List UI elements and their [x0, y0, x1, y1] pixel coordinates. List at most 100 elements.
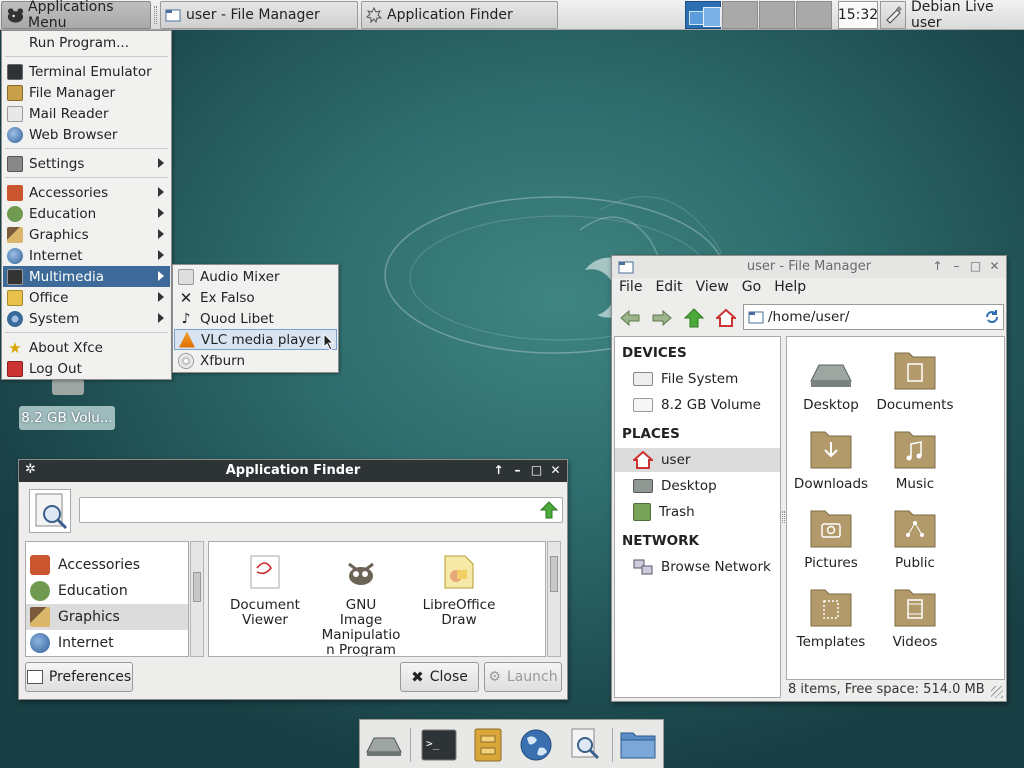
music-folder-icon [893, 428, 937, 470]
menu-item-terminal[interactable]: Terminal Emulator [3, 61, 170, 82]
menu-item-ex-falso[interactable]: ✕ Ex Falso [174, 287, 337, 308]
category-scrollbar[interactable] [190, 541, 204, 657]
workspace-1[interactable] [685, 1, 721, 29]
app-libreoffice-draw[interactable]: LibreOffice Draw [409, 542, 509, 628]
menu-file[interactable]: File [612, 278, 648, 300]
sidebar-item-desktop[interactable]: Desktop [615, 474, 780, 498]
launch-button[interactable]: ⚙ Launch [484, 662, 562, 692]
sidebar-item-user[interactable]: user [615, 448, 780, 472]
location-bar[interactable]: /home/user/ [743, 304, 1004, 330]
folder-documents[interactable]: Documents [873, 341, 957, 413]
menu-item-log-out[interactable]: Log Out [3, 358, 170, 379]
menu-item-audio-mixer[interactable]: Audio Mixer [174, 266, 337, 287]
menu-item-vlc[interactable]: VLC media player [174, 329, 337, 350]
menu-item-office[interactable]: Office [3, 287, 170, 308]
close-x-icon: ✖ [411, 668, 424, 686]
folder-downloads[interactable]: Downloads [789, 420, 873, 492]
execute-arrow-icon[interactable] [540, 501, 558, 519]
search-input[interactable] [79, 497, 563, 523]
category-education[interactable]: Education [26, 578, 188, 604]
menu-item-internet[interactable]: Internet [3, 245, 170, 266]
menu-item-quod-libet[interactable]: ♪ Quod Libet [174, 308, 337, 329]
dock-show-desktop[interactable] [364, 726, 404, 764]
network-header: NETWORK [622, 533, 699, 549]
application-scrollbar[interactable] [547, 541, 561, 657]
removable-drive-tray-icon[interactable] [880, 1, 906, 29]
folder-music[interactable]: Music [873, 420, 957, 492]
menu-edit[interactable]: Edit [648, 278, 688, 300]
maximize-icon[interactable]: □ [968, 258, 983, 273]
menu-separator [5, 56, 168, 57]
preferences-button[interactable]: Preferences [25, 662, 133, 692]
menu-view[interactable]: View [689, 278, 735, 300]
folder-pictures[interactable]: Pictures [789, 499, 873, 571]
application-finder-titlebar[interactable]: ✲ Application Finder ↑ – □ ✕ [19, 460, 567, 482]
menu-item-mail-reader[interactable]: Mail Reader [3, 103, 170, 124]
up-button[interactable] [682, 306, 706, 330]
scrollbar-thumb[interactable] [193, 572, 201, 602]
user-name[interactable]: Debian Live user [911, 0, 1024, 31]
back-button[interactable] [618, 306, 642, 330]
category-label: Internet [58, 635, 114, 651]
document-viewer-icon [247, 554, 283, 590]
category-accessories[interactable]: Accessories [26, 552, 188, 578]
category-internet[interactable]: Internet [26, 630, 188, 656]
taskbar-file-manager[interactable]: user - File Manager [160, 1, 358, 29]
workspace-2[interactable] [722, 1, 758, 29]
menu-item-web-browser[interactable]: Web Browser [3, 124, 170, 145]
file-manager-titlebar[interactable]: user - File Manager ↑ – □ ✕ [612, 256, 1006, 278]
reload-icon[interactable] [984, 309, 1000, 325]
volume-drive-icon[interactable] [52, 379, 84, 395]
dock-web-browser[interactable] [516, 726, 556, 764]
menu-item-settings[interactable]: Settings [3, 153, 170, 174]
resize-grip[interactable] [991, 686, 1003, 698]
applications-menu-button[interactable]: Applications Menu [1, 0, 151, 31]
dock-app-finder[interactable] [565, 726, 605, 764]
menu-item-multimedia[interactable]: Multimedia [3, 266, 170, 287]
folder-videos[interactable]: Videos [873, 578, 957, 650]
dock-home-folder[interactable] [618, 726, 658, 764]
taskbar-application-finder[interactable]: Application Finder [361, 1, 558, 29]
folder-public[interactable]: Public [873, 499, 957, 571]
pane-splitter[interactable] [782, 511, 785, 523]
folder-desktop[interactable]: Desktop [789, 341, 873, 413]
desktop-volume-label[interactable]: 8.2 GB Volu... [19, 406, 115, 430]
dock-terminal[interactable]: >_ [419, 726, 459, 764]
close-button[interactable]: ✖ Close [400, 662, 479, 692]
home-button[interactable] [714, 306, 738, 330]
sidebar-item-file-system[interactable]: File System [615, 367, 780, 391]
close-icon[interactable]: ✕ [987, 258, 1002, 273]
sidebar-item-volume[interactable]: 8.2 GB Volume [615, 393, 780, 417]
show-desktop-icon [366, 737, 402, 756]
dock-file-manager[interactable] [468, 726, 508, 764]
menu-go[interactable]: Go [735, 278, 767, 300]
menu-item-system[interactable]: System [3, 308, 170, 329]
scrollbar-thumb[interactable] [550, 556, 558, 592]
panel-handle[interactable] [154, 6, 157, 24]
menu-item-about-xfce[interactable]: ★ About Xfce [3, 337, 170, 358]
menu-item-accessories[interactable]: Accessories [3, 182, 170, 203]
shade-icon[interactable]: ↑ [491, 462, 506, 477]
menu-help[interactable]: Help [767, 278, 812, 300]
maximize-icon[interactable]: □ [529, 462, 544, 477]
app-document-viewer[interactable]: Document Viewer [215, 542, 315, 628]
menu-item-graphics[interactable]: Graphics [3, 224, 170, 245]
sidebar-item-trash[interactable]: Trash [615, 500, 780, 524]
minimize-icon[interactable]: – [949, 258, 964, 273]
menu-item-xfburn[interactable]: Xfburn [174, 350, 337, 371]
menu-item-education[interactable]: Education [3, 203, 170, 224]
shade-icon[interactable]: ↑ [930, 258, 945, 273]
close-icon[interactable]: ✕ [548, 462, 563, 477]
menu-item-file-manager[interactable]: File Manager [3, 82, 170, 103]
clock[interactable]: 15:32 [838, 1, 878, 29]
minimize-icon[interactable]: – [510, 462, 525, 477]
workspace-4[interactable] [796, 1, 832, 29]
folder-templates[interactable]: Templates [789, 578, 873, 650]
workspace-3[interactable] [759, 1, 795, 29]
category-graphics[interactable]: Graphics [26, 604, 188, 630]
sidebar-item-browse-network[interactable]: Browse Network [615, 555, 780, 579]
menu-item-run-program[interactable]: Run Program... [3, 32, 170, 53]
submenu-arrow-icon [158, 271, 164, 281]
app-gimp[interactable]: GNU Image Manipulatio n Program [311, 542, 411, 656]
forward-button[interactable] [650, 306, 674, 330]
